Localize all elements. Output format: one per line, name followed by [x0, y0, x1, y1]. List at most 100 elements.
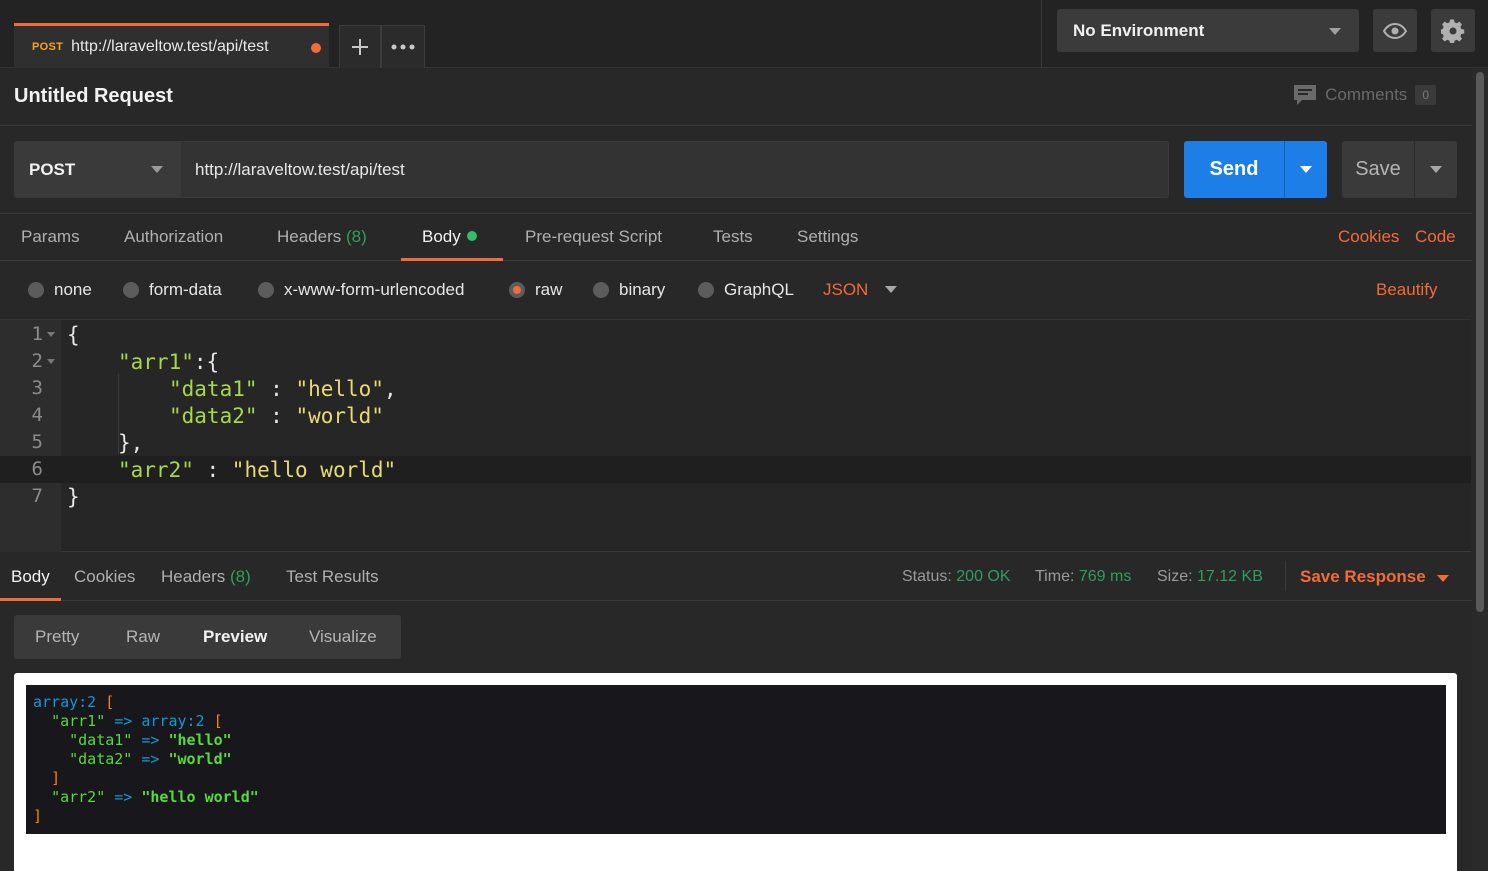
radio-icon	[698, 282, 714, 298]
save-button[interactable]: Save	[1342, 141, 1414, 198]
request-tabs: Params Authorization Headers (8) Body Pr…	[0, 214, 1472, 261]
size-value: 17.12 KB	[1197, 568, 1263, 585]
code-line: 3 "data1" : "hello",	[0, 375, 1471, 402]
fold-arrow-icon[interactable]	[47, 359, 55, 364]
url-input-value: http://laraveltow.test/api/test	[195, 159, 405, 179]
save-options-button[interactable]	[1414, 141, 1457, 198]
code-token: }	[67, 485, 80, 509]
code-link[interactable]: Code	[1415, 227, 1456, 247]
code-token: :	[257, 377, 296, 401]
tab-params[interactable]: Params	[21, 227, 80, 261]
url-input[interactable]: http://laraveltow.test/api/test	[180, 141, 1169, 198]
settings-button[interactable]	[1431, 9, 1475, 52]
body-type-none-label: none	[54, 280, 92, 299]
environment-select[interactable]: No Environment	[1057, 9, 1359, 52]
size-label: Size:	[1157, 568, 1193, 585]
body-type-form-data-label: form-data	[149, 280, 222, 299]
response-tab-body[interactable]: Body	[0, 567, 61, 601]
code-string: "hello world"	[231, 458, 397, 482]
save-response-button[interactable]: Save Response	[1300, 567, 1426, 587]
body-type-urlencoded[interactable]: x-www-form-urlencoded	[258, 280, 464, 300]
send-options-button[interactable]	[1284, 141, 1327, 198]
line-number: 2	[31, 350, 43, 372]
response-tab-headers[interactable]: Headers (8)	[161, 567, 251, 601]
body-type-none[interactable]: none	[28, 280, 92, 300]
body-type-form-data[interactable]: form-data	[123, 280, 222, 300]
tab-settings[interactable]: Settings	[797, 227, 858, 261]
status-label: Status:	[902, 568, 952, 585]
code-line-active: 6 "arr2" : "hello world"	[0, 456, 1471, 483]
dump-value: "world"	[168, 750, 232, 768]
radio-icon	[258, 282, 274, 298]
view-raw[interactable]: Raw	[126, 627, 160, 647]
code-text: "data1" : "hello",	[169, 377, 397, 401]
tab-body-label: Body	[422, 227, 461, 246]
dump-bracket: ]	[33, 807, 43, 825]
comments-button[interactable]: Comments 0	[1293, 84, 1436, 106]
response-tab-test-results[interactable]: Test Results	[286, 567, 379, 601]
tab-tests[interactable]: Tests	[713, 227, 753, 261]
dump-arrow: =>	[114, 712, 133, 730]
request-tab-method: POST	[32, 41, 64, 53]
view-visualize[interactable]: Visualize	[309, 627, 377, 647]
dump-type: array:2	[33, 693, 97, 711]
url-row: POST http://laraveltow.test/api/test Sen…	[0, 126, 1472, 214]
request-tab[interactable]: POST http://laraveltow.test/api/test	[14, 23, 329, 68]
response-tab-cookies[interactable]: Cookies	[74, 567, 135, 601]
dump-type: array:2	[141, 712, 205, 730]
time-label: Time:	[1035, 568, 1075, 585]
body-type-binary[interactable]: binary	[593, 280, 665, 300]
chevron-down-icon	[151, 166, 163, 173]
comments-count: 0	[1415, 85, 1436, 105]
code-token: :	[193, 458, 232, 482]
code-line: 4 "data2" : "world"	[0, 402, 1471, 429]
body-type-graphql[interactable]: GraphQL	[698, 280, 794, 300]
body-type-binary-label: binary	[619, 280, 666, 299]
dump-arrow: =>	[114, 788, 133, 806]
line-number: 6	[31, 458, 43, 480]
http-method-select[interactable]: POST	[14, 141, 180, 198]
view-preview[interactable]: Preview	[203, 627, 267, 647]
code-key: "data1"	[169, 377, 258, 401]
raw-format-select[interactable]: JSON	[823, 280, 868, 300]
code-token: :	[257, 404, 296, 428]
beautify-button[interactable]: Beautify	[1376, 280, 1437, 300]
response-tab-headers-label: Headers	[161, 567, 226, 586]
request-title-row: Untitled Request Comments 0	[0, 68, 1472, 126]
code-line: 2 "arr1":{	[0, 348, 1471, 375]
response-view-modes: Pretty Raw Preview Visualize	[14, 615, 401, 659]
environment-quick-look-button[interactable]	[1373, 9, 1417, 52]
code-key: "arr2"	[118, 458, 194, 482]
code-text: "arr1":{	[118, 350, 219, 374]
view-pretty[interactable]: Pretty	[35, 627, 79, 647]
http-method-value: POST	[29, 159, 76, 179]
code-text: "arr2" : "hello world"	[118, 458, 396, 482]
tab-headers[interactable]: Headers (8)	[277, 227, 367, 261]
code-token: },	[118, 431, 144, 455]
chevron-down-icon[interactable]	[885, 286, 897, 293]
meta-divider	[1285, 561, 1286, 591]
chevron-down-icon[interactable]	[1437, 575, 1449, 582]
var-dump-output: array:2 [ "arr1" => array:2 [ "data1" =>…	[26, 685, 1446, 834]
chevron-down-icon	[1329, 28, 1341, 35]
code-token: {	[67, 323, 80, 347]
dump-key: "data1"	[69, 731, 133, 749]
more-tabs-button[interactable]	[381, 25, 425, 68]
body-editor[interactable]: 1 { 2 "arr1":{ 3 "data1" : "hello", 4 "d…	[0, 319, 1471, 552]
gear-icon	[1441, 18, 1465, 43]
tab-body[interactable]: Body	[401, 227, 503, 261]
tab-pre-request-script[interactable]: Pre-request Script	[525, 227, 662, 261]
cookies-link[interactable]: Cookies	[1338, 227, 1399, 247]
line-number: 7	[31, 485, 43, 507]
radio-selected-icon	[509, 282, 525, 298]
tab-authorization[interactable]: Authorization	[124, 227, 223, 261]
request-title[interactable]: Untitled Request	[14, 85, 173, 108]
fold-arrow-icon[interactable]	[47, 332, 55, 337]
body-type-raw[interactable]: raw	[509, 280, 562, 300]
main-scrollbar-thumb[interactable]	[1476, 72, 1484, 612]
send-button[interactable]: Send	[1184, 141, 1284, 198]
new-tab-button[interactable]	[339, 25, 381, 68]
status-value: 200 OK	[956, 568, 1011, 585]
code-string: "world"	[295, 404, 384, 428]
line-number: 4	[31, 404, 43, 426]
